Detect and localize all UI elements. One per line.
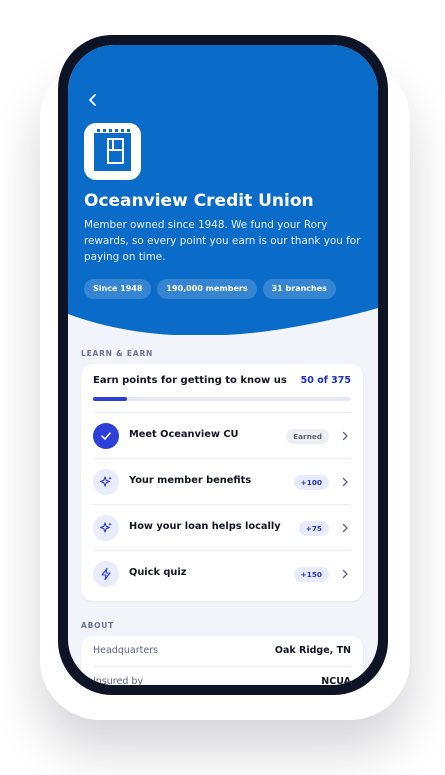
task-points-badge: +75 xyxy=(298,521,329,536)
lightning-icon xyxy=(101,567,111,581)
about-section-label: ABOUT xyxy=(81,621,115,630)
learn-section-label: LEARN & EARN xyxy=(81,349,154,358)
task-row-quiz[interactable]: Quick quiz +150 xyxy=(93,550,351,597)
task-row-benefits[interactable]: Your member benefits +100 xyxy=(93,458,351,505)
chip-members: 190,000 members xyxy=(157,279,257,299)
task-label: Quick quiz xyxy=(129,567,187,578)
chevron-right-icon xyxy=(342,523,348,533)
about-card: Headquarters Oak Ridge, TN Insured by NC… xyxy=(81,636,363,685)
about-key: Insured by xyxy=(93,676,144,685)
chevron-left-icon xyxy=(89,94,96,106)
task-label: Your member benefits xyxy=(129,475,252,486)
about-value: Oak Ridge, TN xyxy=(274,645,351,656)
task-label: How your loan helps locally xyxy=(129,521,281,532)
task-points-badge: +150 xyxy=(293,567,329,582)
chevron-right-icon xyxy=(342,477,348,487)
credit-union-logo xyxy=(84,123,141,180)
back-button[interactable] xyxy=(82,89,104,111)
task-points-badge: +100 xyxy=(293,475,329,490)
earn-card-title: Earn points for getting to know us xyxy=(93,375,287,386)
credit-union-description: Member owned since 1948. We fund your Ro… xyxy=(84,219,361,263)
sparkle-icon xyxy=(99,522,112,533)
hero-wave xyxy=(68,308,378,350)
task-icon-badge xyxy=(93,469,119,495)
task-icon-badge xyxy=(93,561,119,587)
chevron-right-icon xyxy=(342,569,348,579)
earn-points-card: Earn points for getting to know us 50 of… xyxy=(81,364,363,601)
phone-screen: Oceanview Credit Union Member owned sinc… xyxy=(68,45,378,685)
task-label: Meet Oceanview CU xyxy=(129,429,239,440)
canvas: Oceanview Credit Union Member owned sinc… xyxy=(0,0,445,775)
points-progress-bar xyxy=(93,397,351,401)
chip-branches: 31 branches xyxy=(262,279,336,299)
about-key: Headquarters xyxy=(93,645,159,656)
check-icon xyxy=(101,432,111,440)
stat-chips: Since 1948 190,000 members 31 branches xyxy=(84,279,336,299)
about-row-insured: Insured by NCUA xyxy=(93,667,351,685)
task-row-loan[interactable]: How your loan helps locally +75 xyxy=(93,504,351,551)
chip-since: Since 1948 xyxy=(84,279,152,299)
credit-union-logo-icon xyxy=(94,129,131,171)
chevron-right-icon xyxy=(342,431,348,441)
points-progress-fill xyxy=(93,397,128,401)
task-row-meet[interactable]: Meet Oceanview CU Earned xyxy=(93,412,351,459)
task-icon-badge xyxy=(93,515,119,541)
task-icon-badge xyxy=(93,423,119,449)
about-row-headquarters: Headquarters Oak Ridge, TN xyxy=(93,636,351,666)
points-progress-count: 50 of 375 xyxy=(300,375,351,386)
about-value: NCUA xyxy=(321,676,351,685)
sparkle-icon xyxy=(99,476,112,487)
task-earned-badge: Earned xyxy=(286,429,329,444)
page-title: Oceanview Credit Union xyxy=(84,191,314,211)
